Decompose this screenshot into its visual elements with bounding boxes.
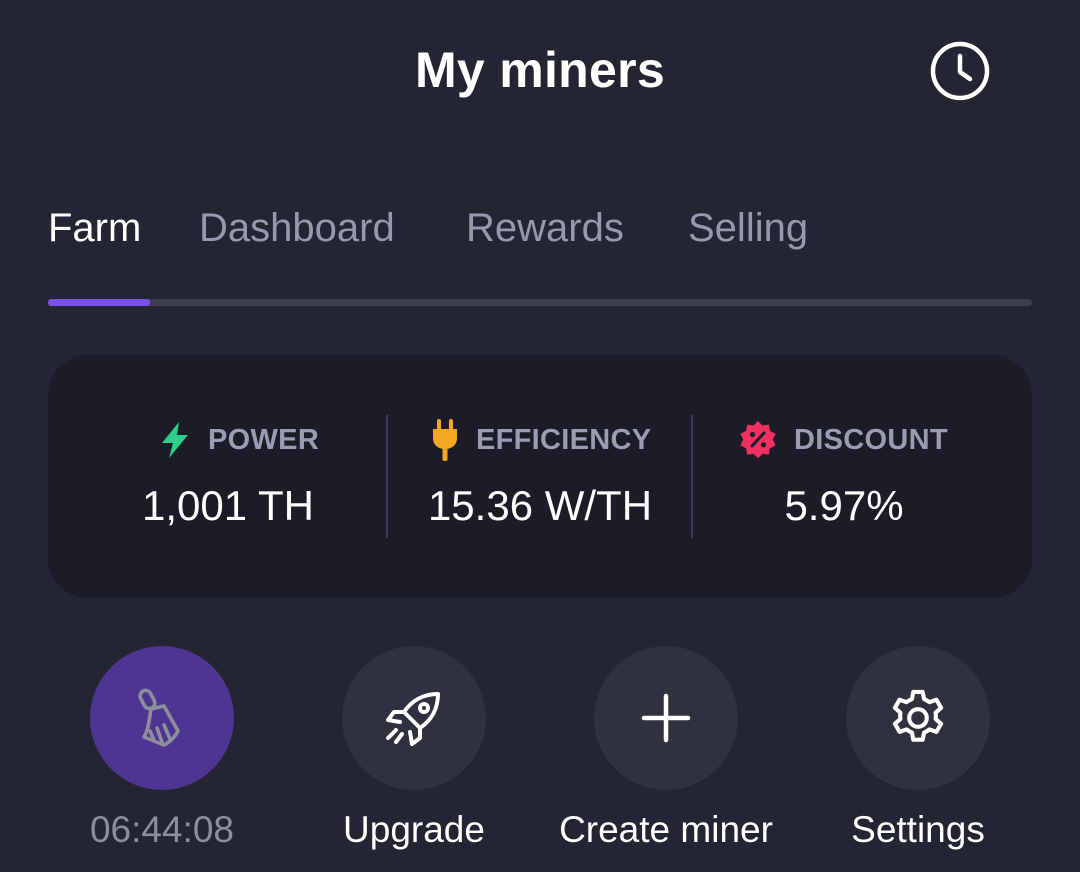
plus-icon [641, 693, 691, 743]
upgrade-button[interactable] [342, 646, 486, 790]
clean-button[interactable] [90, 646, 234, 790]
upgrade-label: Upgrade [343, 809, 485, 850]
power-label: POWER [208, 423, 320, 456]
plug-icon [430, 418, 460, 462]
gear-icon [892, 689, 944, 742]
power-value: 1,001 TH [142, 482, 314, 529]
efficiency-stat-header: EFFICIENCY [430, 418, 651, 462]
clean-timer: 06:44:08 [89, 809, 235, 850]
create-miner-button[interactable] [594, 646, 738, 790]
stat-divider [691, 415, 693, 538]
settings-label: Settings [851, 809, 985, 850]
tab-dashboard[interactable]: Dashboard [199, 200, 395, 256]
power-stat-header: POWER [158, 418, 319, 462]
broom-icon [138, 688, 180, 747]
efficiency-label: EFFICIENCY [476, 423, 652, 456]
efficiency-value: 15.36 W/TH [427, 482, 653, 529]
discount-badge-icon [738, 420, 778, 460]
create-miner-label: Create miner [559, 809, 773, 850]
settings-button[interactable] [846, 646, 990, 790]
lightning-icon [158, 421, 192, 459]
tab-active-indicator [48, 299, 150, 306]
tab-farm[interactable]: Farm [48, 200, 141, 256]
stats-card [48, 355, 1032, 598]
discount-label: DISCOUNT [794, 423, 948, 456]
history-button[interactable] [929, 40, 991, 102]
header: My miners [0, 0, 1080, 140]
page-title: My miners [414, 42, 665, 98]
discount-stat-header: DISCOUNT [738, 418, 948, 462]
stat-divider [386, 415, 388, 538]
discount-value: 5.97% [784, 482, 904, 529]
tab-selling[interactable]: Selling [688, 200, 808, 256]
tab-track [48, 299, 1032, 306]
clock-icon [930, 41, 990, 101]
rocket-icon [386, 692, 440, 746]
tab-rewards[interactable]: Rewards [466, 200, 624, 256]
